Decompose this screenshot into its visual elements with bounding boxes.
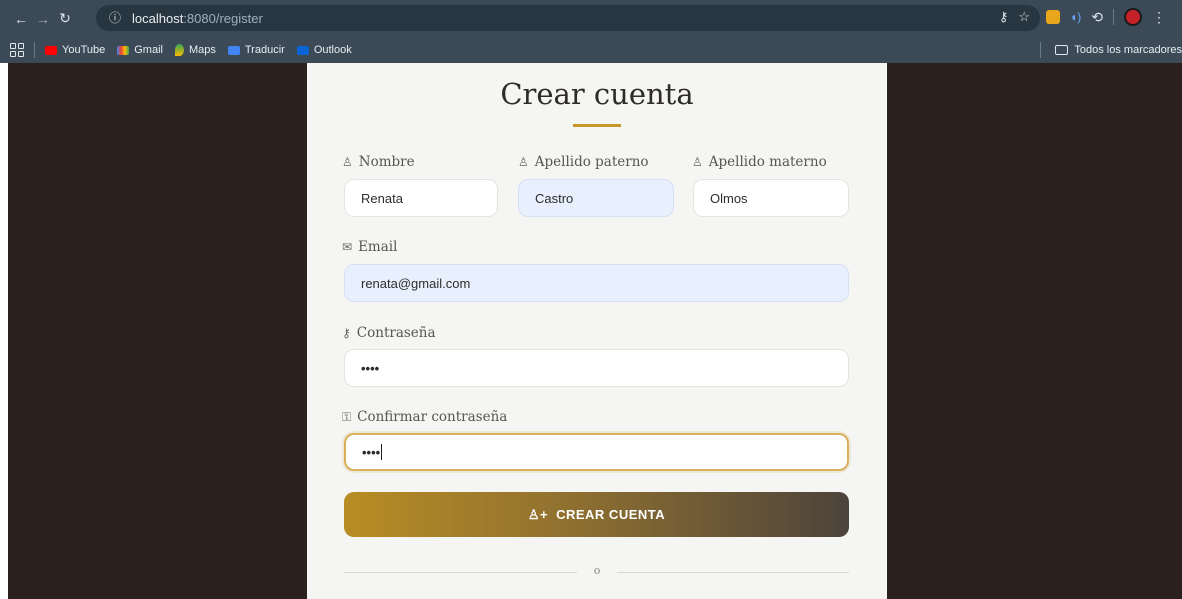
apellido-materno-label-text: Apellido materno	[708, 154, 827, 170]
envelope-icon: ✉	[342, 240, 353, 254]
key-icon: ⚷	[342, 326, 351, 340]
email-input[interactable]: renata@gmail.com	[344, 264, 849, 302]
browser-toolbar: ← → ↻ ⓘ localhost:8080/register ⚷ ☆ ◖) ⟲…	[0, 0, 1182, 37]
key-icon: ⚿	[342, 409, 352, 424]
youtube-icon	[45, 45, 57, 55]
bookmarks-folder-label: Todos los marcadores	[1074, 44, 1182, 56]
user-icon: ♙	[342, 155, 353, 169]
user-plus-icon: ♙+	[527, 506, 549, 522]
bookmarks-separator	[34, 42, 35, 58]
nombre-input[interactable]: Renata	[344, 179, 498, 217]
bookmark-star-icon[interactable]: ☆	[1018, 9, 1030, 25]
email-label: ✉ Email	[342, 239, 397, 255]
bookmark-label: YouTube	[62, 44, 106, 56]
title-underline	[573, 124, 621, 127]
confirm-password-value: ••••	[362, 444, 381, 460]
divider-line-right	[617, 572, 849, 573]
bookmarks-bar: YouTube Gmail Maps Traducir Outlook Todo…	[0, 37, 1182, 63]
outlook-icon	[296, 45, 309, 55]
email-label-text: Email	[358, 239, 398, 255]
password-key-icon[interactable]: ⚷	[999, 9, 1009, 25]
url-text: localhost:8080/register	[132, 10, 263, 26]
site-info-icon[interactable]: ⓘ	[106, 9, 124, 27]
create-account-button-label: CREAR CUENTA	[556, 507, 666, 522]
bookmark-label: Maps	[188, 44, 216, 56]
apps-grid-icon[interactable]	[10, 43, 24, 57]
reload-icon[interactable]: ↻	[54, 10, 76, 27]
confirm-password-label-text: Confirmar contraseña	[357, 409, 508, 425]
bookmark-label: Traducir	[244, 44, 285, 56]
bookmark-label: Gmail	[134, 44, 163, 56]
extension-audio-icon[interactable]: ◖)	[1070, 10, 1081, 24]
create-account-button[interactable]: ♙+ CREAR CUENTA	[344, 492, 849, 537]
password-label: ⚷ Contraseña	[342, 325, 436, 341]
browser-menu-icon[interactable]: ⋮	[1152, 9, 1166, 26]
bookmarks-separator	[1040, 42, 1042, 58]
nombre-label: ♙ Nombre	[342, 154, 415, 170]
bookmark-maps[interactable]: Maps	[174, 44, 216, 56]
divider-line-left	[344, 572, 577, 573]
page-edge	[0, 63, 8, 599]
divider-text: o	[593, 564, 601, 577]
apellido-paterno-label-text: Apellido paterno	[534, 154, 649, 170]
register-card: Crear cuenta ♙ Nombre Renata ♙ Apellido …	[307, 63, 887, 599]
confirm-password-input[interactable]: ••••	[344, 433, 849, 471]
profile-avatar[interactable]	[1123, 8, 1142, 26]
apellido-materno-label: ♙ Apellido materno	[692, 154, 827, 170]
gmail-icon	[117, 45, 130, 55]
all-bookmarks-folder[interactable]: Todos los marcadores	[1040, 42, 1182, 58]
forward-icon[interactable]: →	[32, 11, 54, 27]
address-bar[interactable]: ⓘ localhost:8080/register ⚷ ☆	[96, 5, 1040, 31]
back-icon[interactable]: ←	[10, 11, 32, 27]
user-icon: ♙	[692, 155, 703, 169]
bookmark-label: Outlook	[313, 44, 352, 56]
user-icon: ♙	[518, 155, 529, 169]
bookmark-outlook[interactable]: Outlook	[296, 44, 352, 56]
nombre-label-text: Nombre	[358, 154, 415, 170]
apellido-materno-input[interactable]: Olmos	[693, 179, 849, 217]
bookmark-gmail[interactable]: Gmail	[117, 44, 163, 56]
bookmark-traducir[interactable]: Traducir	[227, 44, 285, 56]
toolbar-separator	[1112, 9, 1114, 25]
folder-icon	[1055, 45, 1069, 55]
page-title: Crear cuenta	[500, 77, 694, 111]
maps-icon	[174, 44, 184, 56]
text-caret	[381, 444, 383, 460]
extension-icon[interactable]	[1046, 10, 1060, 24]
bookmark-youtube[interactable]: YouTube	[45, 44, 105, 56]
password-input[interactable]: ••••	[344, 349, 849, 387]
apellido-paterno-label: ♙ Apellido paterno	[518, 154, 649, 170]
apellido-paterno-input[interactable]: Castro	[518, 179, 674, 217]
password-label-text: Contraseña	[356, 325, 436, 341]
translate-icon	[227, 45, 240, 55]
confirm-password-label: ⚿ Confirmar contraseña	[342, 409, 507, 425]
extensions-puzzle-icon[interactable]: ⟲	[1091, 9, 1103, 26]
